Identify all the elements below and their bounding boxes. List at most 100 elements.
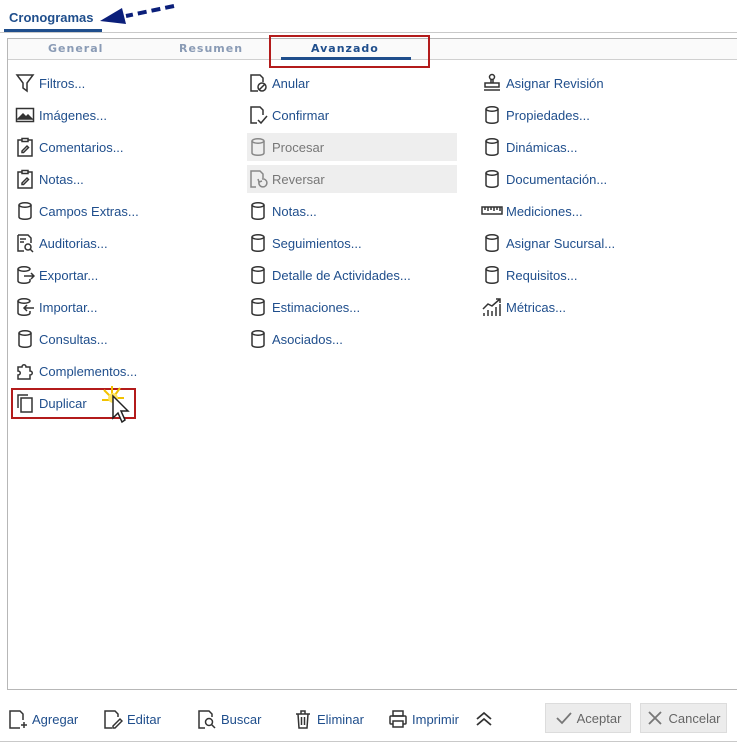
menu-item-label: Asociados...	[272, 331, 343, 347]
trash-icon	[293, 709, 313, 729]
menu-item-auditorias[interactable]: Auditorias...	[14, 229, 108, 257]
menu-item-complementos[interactable]: Complementos...	[14, 357, 137, 385]
menu-item-label: Imágenes...	[39, 107, 107, 123]
clipboard-edit-icon	[14, 136, 36, 158]
menu-item-label: Asignar Revisión	[506, 75, 604, 91]
search-label: Buscar	[221, 711, 262, 727]
menu-item-label: Propiedades...	[506, 107, 590, 123]
database-icon	[481, 264, 503, 286]
menu-item-label: Anular	[272, 75, 310, 91]
menu-item-confirmar[interactable]: Confirmar	[247, 101, 329, 129]
menu-item-detalle-actividades[interactable]: Detalle de Actividades...	[247, 261, 411, 289]
mouse-cursor-icon	[102, 386, 130, 424]
cancel-button[interactable]: Cancelar	[640, 703, 727, 733]
close-icon	[646, 709, 664, 727]
menu-item-label: Campos Extras...	[39, 203, 139, 219]
menu-item-asignar-revision[interactable]: Asignar Revisión	[481, 69, 604, 97]
menu-item-reversar[interactable]: Reversar	[247, 165, 457, 193]
accept-label: Aceptar	[576, 710, 622, 726]
window-title: Cronogramas	[9, 10, 94, 25]
database-icon	[247, 200, 269, 222]
menu-item-label: Mediciones...	[506, 203, 583, 219]
database-icon	[247, 264, 269, 286]
database-icon	[481, 232, 503, 254]
database-icon	[14, 328, 36, 350]
menu-item-propiedades[interactable]: Propiedades...	[481, 101, 590, 129]
menu-item-label: Filtros...	[39, 75, 86, 91]
menu-item-consultas[interactable]: Consultas...	[14, 325, 108, 353]
menu-item-label: Requisitos...	[506, 267, 578, 283]
doc-revert-icon	[247, 168, 269, 190]
cancel-label: Cancelar	[668, 710, 721, 726]
menu-item-anular[interactable]: Anular	[247, 69, 310, 97]
tab-resumen[interactable]: Resumen	[179, 42, 243, 55]
menu-item-notas-2[interactable]: Notas...	[247, 197, 317, 225]
doc-check-icon	[247, 104, 269, 126]
edit-button[interactable]: Editar	[103, 705, 161, 733]
database-icon	[14, 200, 36, 222]
menu-item-label: Reversar	[272, 171, 325, 187]
menu-item-label: Complementos...	[39, 363, 138, 379]
menu-item-label: Exportar...	[39, 267, 99, 283]
puzzle-icon	[14, 360, 36, 382]
database-icon	[247, 328, 269, 350]
add-label: Agregar	[32, 711, 79, 727]
menu-item-requisitos[interactable]: Requisitos...	[481, 261, 578, 289]
menu-item-label: Detalle de Actividades...	[272, 267, 411, 283]
menu-item-label: Procesar	[272, 139, 325, 155]
audit-search-icon	[14, 232, 36, 254]
edit-doc-icon	[103, 709, 123, 729]
database-icon	[481, 104, 503, 126]
search-button[interactable]: Buscar	[197, 705, 261, 733]
tab-highlight-box	[269, 35, 430, 68]
database-icon	[247, 232, 269, 254]
menu-item-label: Comentarios...	[39, 139, 124, 155]
add-button[interactable]: Agregar	[8, 705, 78, 733]
filter-icon	[14, 72, 36, 94]
menu-item-metricas[interactable]: Métricas...	[481, 293, 566, 321]
add-doc-icon	[8, 709, 28, 729]
menu-item-label: Importar...	[39, 299, 98, 315]
window-title-tab[interactable]: Cronogramas	[4, 4, 102, 32]
delete-button[interactable]: Eliminar	[293, 705, 364, 733]
database-icon	[481, 136, 503, 158]
collapse-button[interactable]	[474, 705, 498, 733]
menu-item-documentacion[interactable]: Documentación...	[481, 165, 607, 193]
double-chevron-up-icon	[474, 709, 494, 729]
menu-item-asociados[interactable]: Asociados...	[247, 325, 343, 353]
menu-item-imagenes[interactable]: Imágenes...	[14, 101, 107, 129]
menu-item-label: Auditorias...	[39, 235, 108, 251]
menu-item-dinamicas[interactable]: Dinámicas...	[481, 133, 578, 161]
ruler-icon	[481, 200, 503, 222]
menu-item-campos-extras[interactable]: Campos Extras...	[14, 197, 139, 225]
clipboard-edit-icon	[14, 168, 36, 190]
menu-item-label: Métricas...	[506, 299, 566, 315]
menu-item-label: Notas...	[272, 203, 317, 219]
menu-item-importar[interactable]: Importar...	[14, 293, 98, 321]
accept-button[interactable]: Aceptar	[545, 703, 631, 733]
menu-item-notas[interactable]: Notas...	[14, 165, 84, 193]
menu-item-label: Documentación...	[506, 171, 608, 187]
menu-item-mediciones[interactable]: Mediciones...	[481, 197, 583, 225]
menu-item-procesar[interactable]: Procesar	[247, 133, 457, 161]
tab-general[interactable]: General	[48, 42, 103, 55]
stamp-icon	[481, 72, 503, 94]
database-icon	[247, 296, 269, 318]
annotation-arrow-icon	[100, 4, 175, 24]
search-doc-icon	[197, 709, 217, 729]
menu-item-filtros[interactable]: Filtros...	[14, 69, 85, 97]
edit-label: Editar	[127, 711, 161, 727]
menu-item-asignar-sucursal[interactable]: Asignar Sucursal...	[481, 229, 615, 257]
menu-item-comentarios[interactable]: Comentarios...	[14, 133, 124, 161]
print-button[interactable]: Imprimir	[388, 705, 459, 733]
menu-item-label: Notas...	[39, 171, 84, 187]
menu-item-label: Confirmar	[272, 107, 330, 123]
menu-item-estimaciones[interactable]: Estimaciones...	[247, 293, 360, 321]
menu-item-label: Consultas...	[39, 331, 108, 347]
printer-icon	[388, 709, 408, 729]
delete-label: Eliminar	[317, 711, 364, 727]
chart-icon	[481, 296, 503, 318]
menu-item-exportar[interactable]: Exportar...	[14, 261, 98, 289]
menu-item-seguimientos[interactable]: Seguimientos...	[247, 229, 362, 257]
title-divider	[0, 32, 737, 33]
